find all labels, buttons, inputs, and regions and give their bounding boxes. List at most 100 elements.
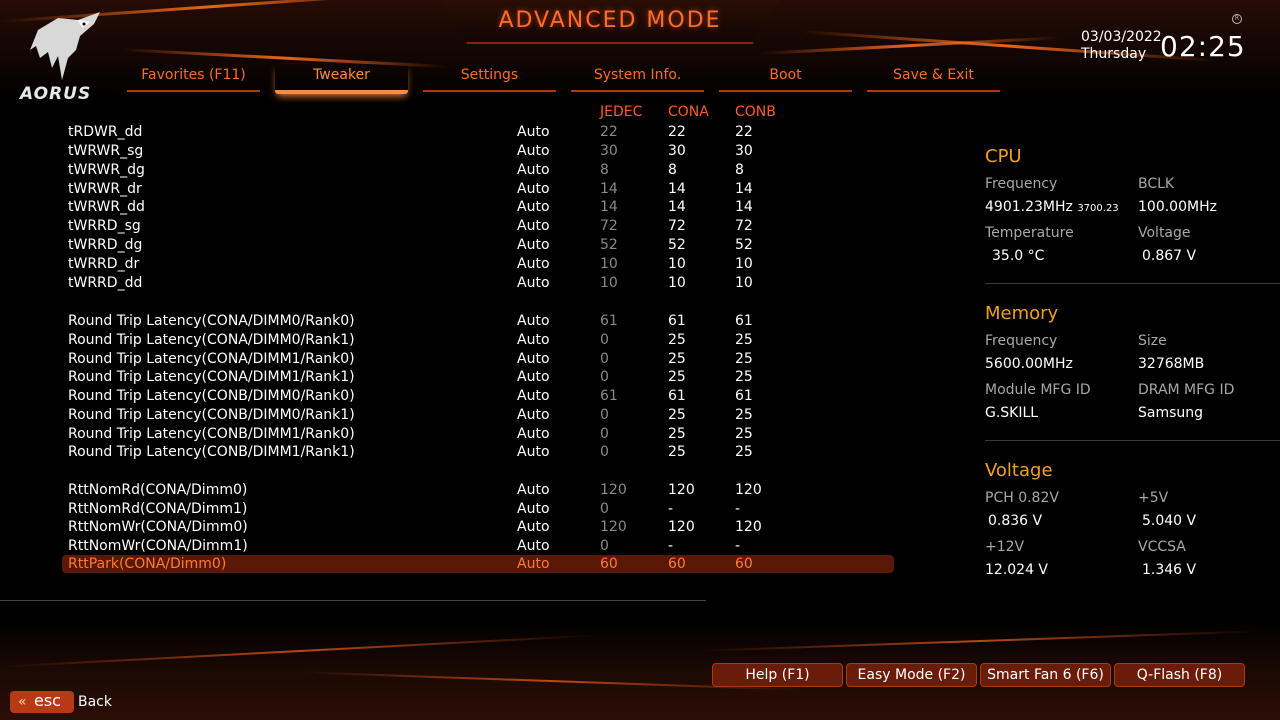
memory-frequency-value: 5600.00MHz (985, 356, 1073, 372)
setting-row[interactable]: tWRRD_dd Auto 10 10 10 (62, 274, 894, 292)
conb-value: 25 (735, 444, 753, 460)
setting-value[interactable]: Auto (517, 406, 550, 424)
setting-value[interactable]: Auto (517, 198, 550, 216)
setting-value[interactable]: Auto (517, 443, 550, 461)
setting-name: tWRWR_dg (68, 162, 145, 178)
setting-value[interactable]: Auto (517, 387, 550, 405)
cona-value: 22 (668, 124, 686, 140)
cona-value: 8 (668, 162, 677, 178)
tab-boot[interactable]: Boot (719, 64, 852, 92)
setting-value[interactable]: Auto (517, 217, 550, 235)
setting-value[interactable]: Auto (517, 425, 550, 443)
setting-value[interactable]: Auto (517, 312, 550, 330)
setting-row[interactable]: RttNomRd(CONA/Dimm1) Auto 0 - - (62, 500, 894, 518)
setting-value[interactable]: Auto (517, 180, 550, 198)
jedec-value: 30 (600, 143, 618, 159)
setting-value[interactable]: Auto (517, 537, 550, 555)
cona-value: 25 (668, 407, 686, 423)
logo-text: AORUS (20, 84, 92, 104)
conb-value: 120 (735, 482, 762, 498)
setting-row[interactable]: Round Trip Latency(CONB/DIMM1/Rank1) Aut… (62, 443, 894, 461)
jedec-value: 0 (600, 351, 609, 367)
cona-value: 10 (668, 256, 686, 272)
setting-row[interactable]: Round Trip Latency(CONB/DIMM0/Rank0) Aut… (62, 387, 894, 405)
conb-value: 25 (735, 332, 753, 348)
setting-row[interactable]: Round Trip Latency(CONB/DIMM1/Rank0) Aut… (62, 425, 894, 443)
setting-name: Round Trip Latency(CONA/DIMM0/Rank1) (68, 332, 355, 348)
help-button[interactable]: Help (F1) (712, 663, 843, 687)
jedec-value: 0 (600, 369, 609, 385)
setting-row[interactable]: Round Trip Latency(CONA/DIMM1/Rank0) Aut… (62, 350, 894, 368)
setting-value[interactable]: Auto (517, 274, 550, 292)
clock-time: 02:25 (1160, 30, 1246, 63)
setting-name: tWRWR_sg (68, 143, 144, 159)
setting-row[interactable]: Round Trip Latency(CONB/DIMM0/Rank1) Aut… (62, 406, 894, 424)
memory-title: Memory (985, 303, 1059, 324)
jedec-value: 61 (600, 313, 618, 329)
tab-tweaker[interactable]: Tweaker (275, 64, 408, 94)
setting-row[interactable]: RttNomWr(CONA/Dimm0) Auto 120 120 120 (62, 518, 894, 536)
setting-value[interactable]: Auto (517, 500, 550, 518)
setting-row[interactable]: RttNomWr(CONA/Dimm1) Auto 0 - - (62, 537, 894, 555)
page-title: ADVANCED MODE (498, 8, 722, 33)
setting-value[interactable]: Auto (517, 142, 550, 160)
cona-value: 25 (668, 351, 686, 367)
setting-value[interactable]: Auto (517, 368, 550, 386)
easy-mode-button[interactable]: Easy Mode (F2) (846, 663, 977, 687)
q-flash-button[interactable]: Q-Flash (F8) (1114, 663, 1245, 687)
setting-row[interactable]: tWRRD_dr Auto 10 10 10 (62, 255, 894, 273)
setting-row[interactable]: tWRWR_dd Auto 14 14 14 (62, 198, 894, 216)
double-chevron-left-icon: « (18, 694, 27, 710)
conb-value: 8 (735, 162, 744, 178)
conb-value: 10 (735, 256, 753, 272)
setting-name: tWRRD_sg (68, 218, 141, 234)
day-text: Thursday (1081, 46, 1147, 62)
list-bottom-divider (0, 600, 706, 601)
tab-settings[interactable]: Settings (423, 64, 556, 92)
jedec-value: 10 (600, 275, 618, 291)
conb-value: 14 (735, 181, 753, 197)
setting-row[interactable]: tWRWR_dg Auto 8 8 8 (62, 161, 894, 179)
jedec-value: 14 (600, 181, 618, 197)
voltage-title: Voltage (985, 460, 1053, 481)
setting-value[interactable]: Auto (517, 255, 550, 273)
setting-name: RttPark(CONA/Dimm0) (68, 556, 227, 572)
setting-row[interactable]: Round Trip Latency(CONA/DIMM0/Rank1) Aut… (62, 331, 894, 349)
cona-value: 30 (668, 143, 686, 159)
setting-value[interactable]: Auto (517, 331, 550, 349)
setting-value[interactable]: Auto (517, 350, 550, 368)
esc-button[interactable]: « esc (10, 691, 74, 713)
cona-value: 10 (668, 275, 686, 291)
setting-row[interactable]: RttNomRd(CONA/Dimm0) Auto 120 120 120 (62, 481, 894, 499)
back-label: Back (78, 694, 112, 710)
setting-value[interactable]: Auto (517, 161, 550, 179)
cpu-bclk-value: 100.00MHz (1138, 199, 1217, 215)
tab-save-exit[interactable]: Save & Exit (867, 64, 1000, 92)
column-header-conb: CONB (735, 104, 776, 120)
cona-value: 25 (668, 369, 686, 385)
setting-value[interactable]: Auto (517, 236, 550, 254)
setting-row[interactable]: tWRWR_dr Auto 14 14 14 (62, 180, 894, 198)
setting-value[interactable]: Auto (517, 555, 550, 573)
setting-row[interactable]: Round Trip Latency(CONA/DIMM0/Rank0) Aut… (62, 312, 894, 330)
setting-row[interactable]: tWRRD_sg Auto 72 72 72 (62, 217, 894, 235)
setting-value[interactable]: Auto (517, 123, 550, 141)
cona-value: 25 (668, 426, 686, 442)
jedec-value: 60 (600, 556, 618, 572)
tab-system-info[interactable]: System Info. (571, 64, 704, 92)
conb-value: 60 (735, 556, 753, 572)
setting-row-selected[interactable]: RttPark(CONA/Dimm0) Auto 60 60 60 (62, 555, 894, 573)
conb-value: 25 (735, 407, 753, 423)
setting-value[interactable]: Auto (517, 481, 550, 499)
cona-value: 60 (668, 556, 686, 572)
setting-row[interactable]: tRDWR_dd Auto 22 22 22 (62, 123, 894, 141)
jedec-value: 8 (600, 162, 609, 178)
setting-row[interactable]: Round Trip Latency(CONA/DIMM1/Rank1) Aut… (62, 368, 894, 386)
setting-row[interactable]: tWRWR_sg Auto 30 30 30 (62, 142, 894, 160)
tab-favorites[interactable]: Favorites (F11) (127, 64, 260, 92)
sidebar-divider (985, 283, 1280, 284)
setting-row[interactable]: tWRRD_dg Auto 52 52 52 (62, 236, 894, 254)
setting-value[interactable]: Auto (517, 518, 550, 536)
smart-fan-button[interactable]: Smart Fan 6 (F6) (980, 663, 1111, 687)
setting-name: Round Trip Latency(CONA/DIMM1/Rank1) (68, 369, 355, 385)
